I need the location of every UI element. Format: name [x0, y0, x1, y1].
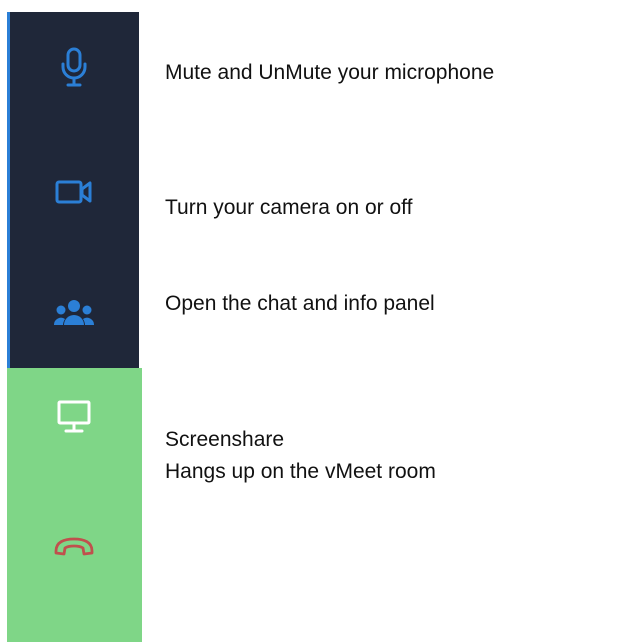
- mute-toggle-button[interactable]: [44, 42, 104, 92]
- chat-panel-description: Open the chat and info panel: [165, 292, 435, 315]
- monitor-icon: [57, 400, 91, 433]
- camera-toggle-button[interactable]: [44, 167, 104, 217]
- microphone-icon: [61, 47, 87, 87]
- meeting-toolbar: [7, 12, 142, 642]
- mic-description: Mute and UnMute your microphone: [165, 61, 495, 84]
- camera-icon: [55, 180, 92, 204]
- hangup-description: Hangs up on the vMeet room: [165, 460, 436, 483]
- camera-description: Turn your camera on or off: [165, 196, 413, 219]
- chat-info-panel-button[interactable]: [44, 287, 104, 337]
- screenshare-description: Screenshare: [165, 428, 285, 451]
- phone-hangup-icon: [54, 537, 94, 556]
- screenshare-button[interactable]: [44, 392, 104, 442]
- hangup-button[interactable]: [44, 522, 104, 572]
- people-icon: [54, 300, 94, 325]
